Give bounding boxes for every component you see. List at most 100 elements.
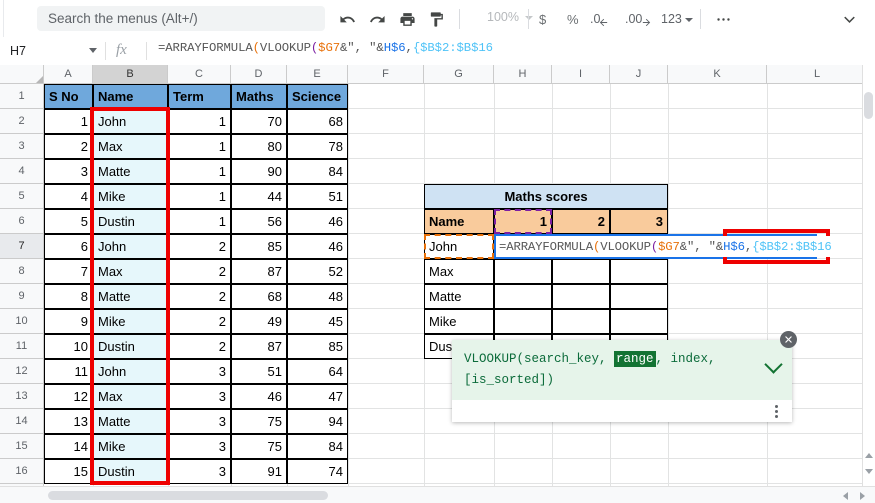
- row-header-12[interactable]: 12: [0, 359, 44, 384]
- table-cell[interactable]: 85: [231, 234, 287, 259]
- header-cell[interactable]: Name: [93, 84, 168, 109]
- row-header-7[interactable]: 7: [0, 234, 44, 259]
- table-cell[interactable]: 46: [287, 209, 348, 234]
- maths-scores-header-cell[interactable]: 1: [494, 209, 552, 234]
- row-header-13[interactable]: 13: [0, 384, 44, 409]
- table-cell[interactable]: 74: [287, 459, 348, 484]
- table-cell[interactable]: 90: [231, 159, 287, 184]
- header-cell[interactable]: Term: [168, 84, 231, 109]
- chevron-down-icon[interactable]: [764, 355, 783, 374]
- table-cell[interactable]: 11: [44, 359, 93, 384]
- table-cell[interactable]: 84: [287, 434, 348, 459]
- maths-scores-value-cell[interactable]: [494, 309, 552, 334]
- increase-decimal-button[interactable]: .00: [625, 9, 652, 29]
- name-box[interactable]: H7: [0, 37, 104, 64]
- more-options-icon[interactable]: [712, 8, 734, 30]
- maths-scores-title[interactable]: Maths scores: [424, 184, 668, 209]
- table-cell[interactable]: 3: [168, 384, 231, 409]
- table-cell[interactable]: 51: [287, 184, 348, 209]
- table-cell[interactable]: 64: [287, 359, 348, 384]
- row-header-5[interactable]: 5: [0, 184, 44, 209]
- column-header-e[interactable]: E: [287, 65, 348, 84]
- table-cell[interactable]: 3: [168, 434, 231, 459]
- maths-scores-header-cell[interactable]: Name: [424, 209, 494, 234]
- table-cell[interactable]: 46: [231, 384, 287, 409]
- undo-icon[interactable]: [336, 8, 358, 30]
- collapse-toolbar-icon[interactable]: [838, 8, 860, 30]
- redo-icon[interactable]: [366, 8, 388, 30]
- table-cell[interactable]: 45: [287, 309, 348, 334]
- table-cell[interactable]: 2: [168, 309, 231, 334]
- table-cell[interactable]: Max: [93, 134, 168, 159]
- row-header-3[interactable]: 3: [0, 134, 44, 159]
- maths-scores-name-cell[interactable]: Mike: [424, 309, 494, 334]
- row-header-8[interactable]: 8: [0, 259, 44, 284]
- table-cell[interactable]: 52: [287, 259, 348, 284]
- select-all-corner[interactable]: [0, 65, 44, 84]
- table-cell[interactable]: Max: [93, 259, 168, 284]
- row-header-9[interactable]: 9: [0, 284, 44, 309]
- table-cell[interactable]: 2: [168, 284, 231, 309]
- maths-scores-header-cell[interactable]: 2: [552, 209, 610, 234]
- maths-scores-value-cell[interactable]: [610, 284, 668, 309]
- row-header-10[interactable]: 10: [0, 309, 44, 334]
- decrease-decimal-button[interactable]: .0: [590, 9, 609, 29]
- row-header-14[interactable]: 14: [0, 409, 44, 434]
- row-header-2[interactable]: 2: [0, 109, 44, 134]
- table-cell[interactable]: Dustin: [93, 209, 168, 234]
- column-header-a[interactable]: A: [44, 65, 93, 84]
- table-cell[interactable]: 8: [44, 284, 93, 309]
- number-format-button[interactable]: 123: [661, 9, 693, 29]
- paint-format-icon[interactable]: [425, 8, 447, 30]
- table-cell[interactable]: 1: [168, 109, 231, 134]
- row-header-15[interactable]: 15: [0, 434, 44, 459]
- close-icon[interactable]: [780, 331, 797, 348]
- row-header-16[interactable]: 16: [0, 459, 44, 484]
- table-cell[interactable]: 85: [287, 334, 348, 359]
- maths-scores-name-cell[interactable]: Max: [424, 259, 494, 284]
- column-header-d[interactable]: D: [231, 65, 287, 84]
- table-cell[interactable]: 1: [168, 159, 231, 184]
- column-header-l[interactable]: L: [767, 65, 868, 84]
- table-cell[interactable]: Matte: [93, 284, 168, 309]
- maths-scores-name-cell[interactable]: Matte: [424, 284, 494, 309]
- table-cell[interactable]: Max: [93, 384, 168, 409]
- row-header-4[interactable]: 4: [0, 159, 44, 184]
- table-cell[interactable]: 2: [44, 134, 93, 159]
- table-cell[interactable]: 10: [44, 334, 93, 359]
- table-cell[interactable]: 5: [44, 209, 93, 234]
- column-header-j[interactable]: J: [610, 65, 668, 84]
- table-cell[interactable]: 2: [168, 334, 231, 359]
- table-cell[interactable]: 14: [44, 434, 93, 459]
- table-cell[interactable]: 2: [168, 234, 231, 259]
- scroll-down-icon[interactable]: [863, 466, 874, 477]
- scroll-right-icon[interactable]: [857, 490, 868, 501]
- table-cell[interactable]: 9: [44, 309, 93, 334]
- column-header-g[interactable]: G: [424, 65, 494, 84]
- table-cell[interactable]: 13: [44, 409, 93, 434]
- column-header-f[interactable]: F: [348, 65, 424, 84]
- table-cell[interactable]: 1: [44, 109, 93, 134]
- horizontal-scrollbar[interactable]: [0, 486, 875, 503]
- column-header-i[interactable]: I: [552, 65, 610, 84]
- maths-scores-value-cell[interactable]: [494, 259, 552, 284]
- table-cell[interactable]: 75: [231, 409, 287, 434]
- table-cell[interactable]: 68: [287, 109, 348, 134]
- vertical-scrollbar-thumb[interactable]: [864, 92, 873, 119]
- horizontal-scrollbar-thumb[interactable]: [48, 491, 328, 500]
- maths-scores-name-cell[interactable]: John: [424, 234, 494, 259]
- column-header-k[interactable]: K: [668, 65, 767, 84]
- currency-format-button[interactable]: $: [539, 9, 546, 29]
- table-cell[interactable]: 70: [231, 109, 287, 134]
- table-cell[interactable]: 1: [168, 209, 231, 234]
- column-header-h[interactable]: H: [494, 65, 552, 84]
- table-cell[interactable]: 49: [231, 309, 287, 334]
- table-cell[interactable]: 3: [44, 159, 93, 184]
- table-cell[interactable]: 91: [231, 459, 287, 484]
- table-cell[interactable]: John: [93, 109, 168, 134]
- table-cell[interactable]: 44: [231, 184, 287, 209]
- maths-scores-value-cell[interactable]: [552, 309, 610, 334]
- table-cell[interactable]: 4: [44, 184, 93, 209]
- in-cell-formula-editor[interactable]: =ARRAYFORMULA(VLOOKUP($G7 &", "& H$6,{$B$2…: [496, 236, 832, 257]
- table-cell[interactable]: 2: [168, 259, 231, 284]
